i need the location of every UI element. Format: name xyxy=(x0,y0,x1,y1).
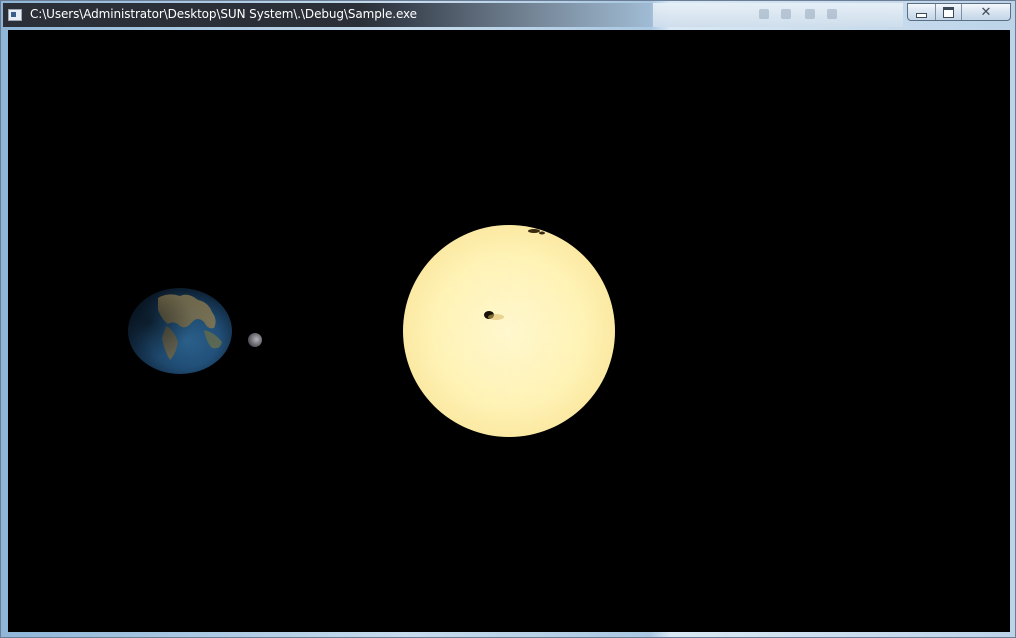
blurred-taskbar-icon xyxy=(827,9,837,19)
blurred-taskbar-icon xyxy=(759,9,769,19)
title-bar[interactable]: C:\Users\Administrator\Desktop\SUN Syste… xyxy=(1,1,1015,29)
earth-shadow xyxy=(128,288,232,374)
close-icon: ✕ xyxy=(980,4,992,20)
sunspot xyxy=(539,231,545,235)
sun-texture xyxy=(403,225,615,437)
sun xyxy=(403,225,615,437)
caption-buttons: ✕ xyxy=(907,3,1011,21)
title-bar-glass xyxy=(653,3,903,27)
render-viewport[interactable] xyxy=(8,30,1010,632)
maximize-icon xyxy=(943,6,954,18)
earth xyxy=(128,288,232,374)
close-button[interactable]: ✕ xyxy=(962,4,1010,20)
blurred-taskbar-icon xyxy=(805,9,815,19)
application-window: C:\Users\Administrator\Desktop\SUN Syste… xyxy=(0,0,1016,638)
maximize-button[interactable] xyxy=(936,4,962,20)
moon xyxy=(248,333,262,347)
sunspot xyxy=(528,229,540,233)
minimize-icon xyxy=(916,12,927,18)
blurred-taskbar-icon xyxy=(781,9,791,19)
moon-sphere xyxy=(248,333,262,347)
sunspot-penumbra xyxy=(488,314,504,320)
solar-system-scene xyxy=(128,225,615,437)
minimize-button[interactable] xyxy=(908,4,936,20)
window-title: C:\Users\Administrator\Desktop\SUN Syste… xyxy=(30,7,417,21)
console-app-icon[interactable] xyxy=(8,9,22,21)
